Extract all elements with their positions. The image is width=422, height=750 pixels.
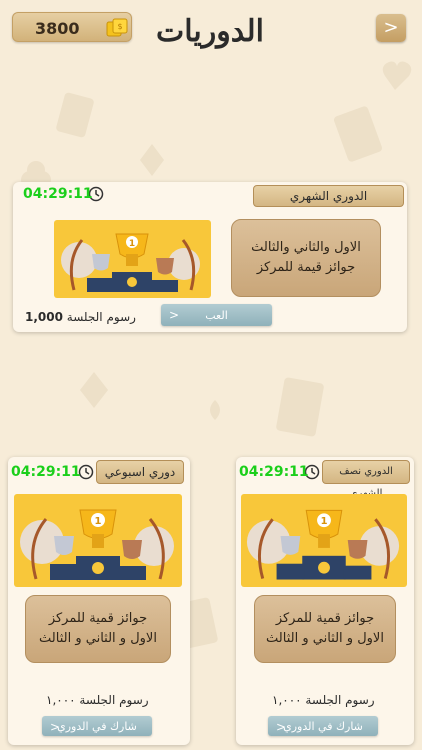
prize-line-2: الاول و الثاني و الثالث [266, 631, 384, 646]
prize-description-half-monthly: جوائز قمية للمركز الاول و الثاني و الثال… [254, 595, 396, 663]
prize-line-1: جوائز قمية للمركز [48, 611, 148, 626]
chevron-left-icon: < [276, 720, 287, 734]
svg-text:1: 1 [129, 239, 135, 249]
trophy-icon: 1 [61, 233, 200, 292]
half-monthly-tournament-card: الدوري نصف الشهري 04:29:11 1 جوائز قمية … [236, 457, 414, 745]
prize-line-2: جوائز قيمة للمركز [256, 260, 356, 275]
tournament-name-weekly: دوري اسبوعي [96, 460, 184, 484]
prize-line-1: الاول والثاني والثالث [251, 240, 361, 255]
entry-fee-value: 1,000 [25, 310, 63, 324]
play-button[interactable]: < العب [161, 304, 272, 326]
page-title: الدوريات [156, 14, 264, 49]
join-button-label: شارك في الدوري [283, 719, 363, 733]
timer-monthly: 04:29:11 [23, 186, 93, 202]
coin-count: 3800 [35, 19, 80, 38]
svg-text:1: 1 [321, 516, 328, 527]
trophy-illustration: 1 [241, 494, 407, 587]
play-button-label: العب [205, 308, 228, 322]
join-button-label: شارك في الدوري [57, 719, 137, 733]
weekly-tournament-card: دوري اسبوعي 04:29:11 1 جوائز قمية للمركز… [8, 457, 190, 745]
entry-fee-label: رسوم الجلسة [66, 310, 136, 324]
back-button[interactable]: > [376, 14, 406, 42]
trophy-illustration: 1 [54, 220, 211, 298]
timer-weekly: 04:29:11 [11, 464, 81, 480]
prize-description-monthly: الاول والثاني والثالث جوائز قيمة للمركز [231, 219, 381, 297]
prize-line-2: الاول و الثاني و الثالث [39, 631, 157, 646]
trophy-icon: 1 [246, 509, 400, 580]
join-league-button-weekly[interactable]: < شارك في الدوري [42, 716, 152, 736]
svg-text:1: 1 [95, 516, 102, 527]
entry-fee-monthly: 1,000 رسوم الجلسة [25, 310, 136, 324]
chevron-left-icon: < [169, 308, 180, 322]
join-league-button-half-monthly[interactable]: < شارك في الدوري [268, 716, 378, 736]
monthly-tournament-card: الدوري الشهري 04:29:11 1 الاول والثاني و… [13, 182, 407, 332]
timer-half-monthly: 04:29:11 [239, 464, 309, 480]
tournament-name-half-monthly: الدوري نصف الشهري [322, 460, 410, 499]
trophy-icon: 1 [20, 509, 174, 580]
prize-line-1: جوائز قمية للمركز [275, 611, 375, 626]
chevron-left-icon: < [50, 720, 61, 734]
entry-fee-weekly: رسوم الجلسة ١,٠٠٠ [46, 693, 149, 707]
trophy-illustration: 1 [14, 494, 182, 587]
prize-description-weekly: جوائز قمية للمركز الاول و الثاني و الثال… [25, 595, 171, 663]
chevron-right-icon: > [383, 17, 399, 38]
entry-fee-half-monthly: رسوم الجلسة ١,٠٠٠ [272, 693, 375, 707]
tournament-name-monthly: الدوري الشهري [253, 185, 404, 207]
